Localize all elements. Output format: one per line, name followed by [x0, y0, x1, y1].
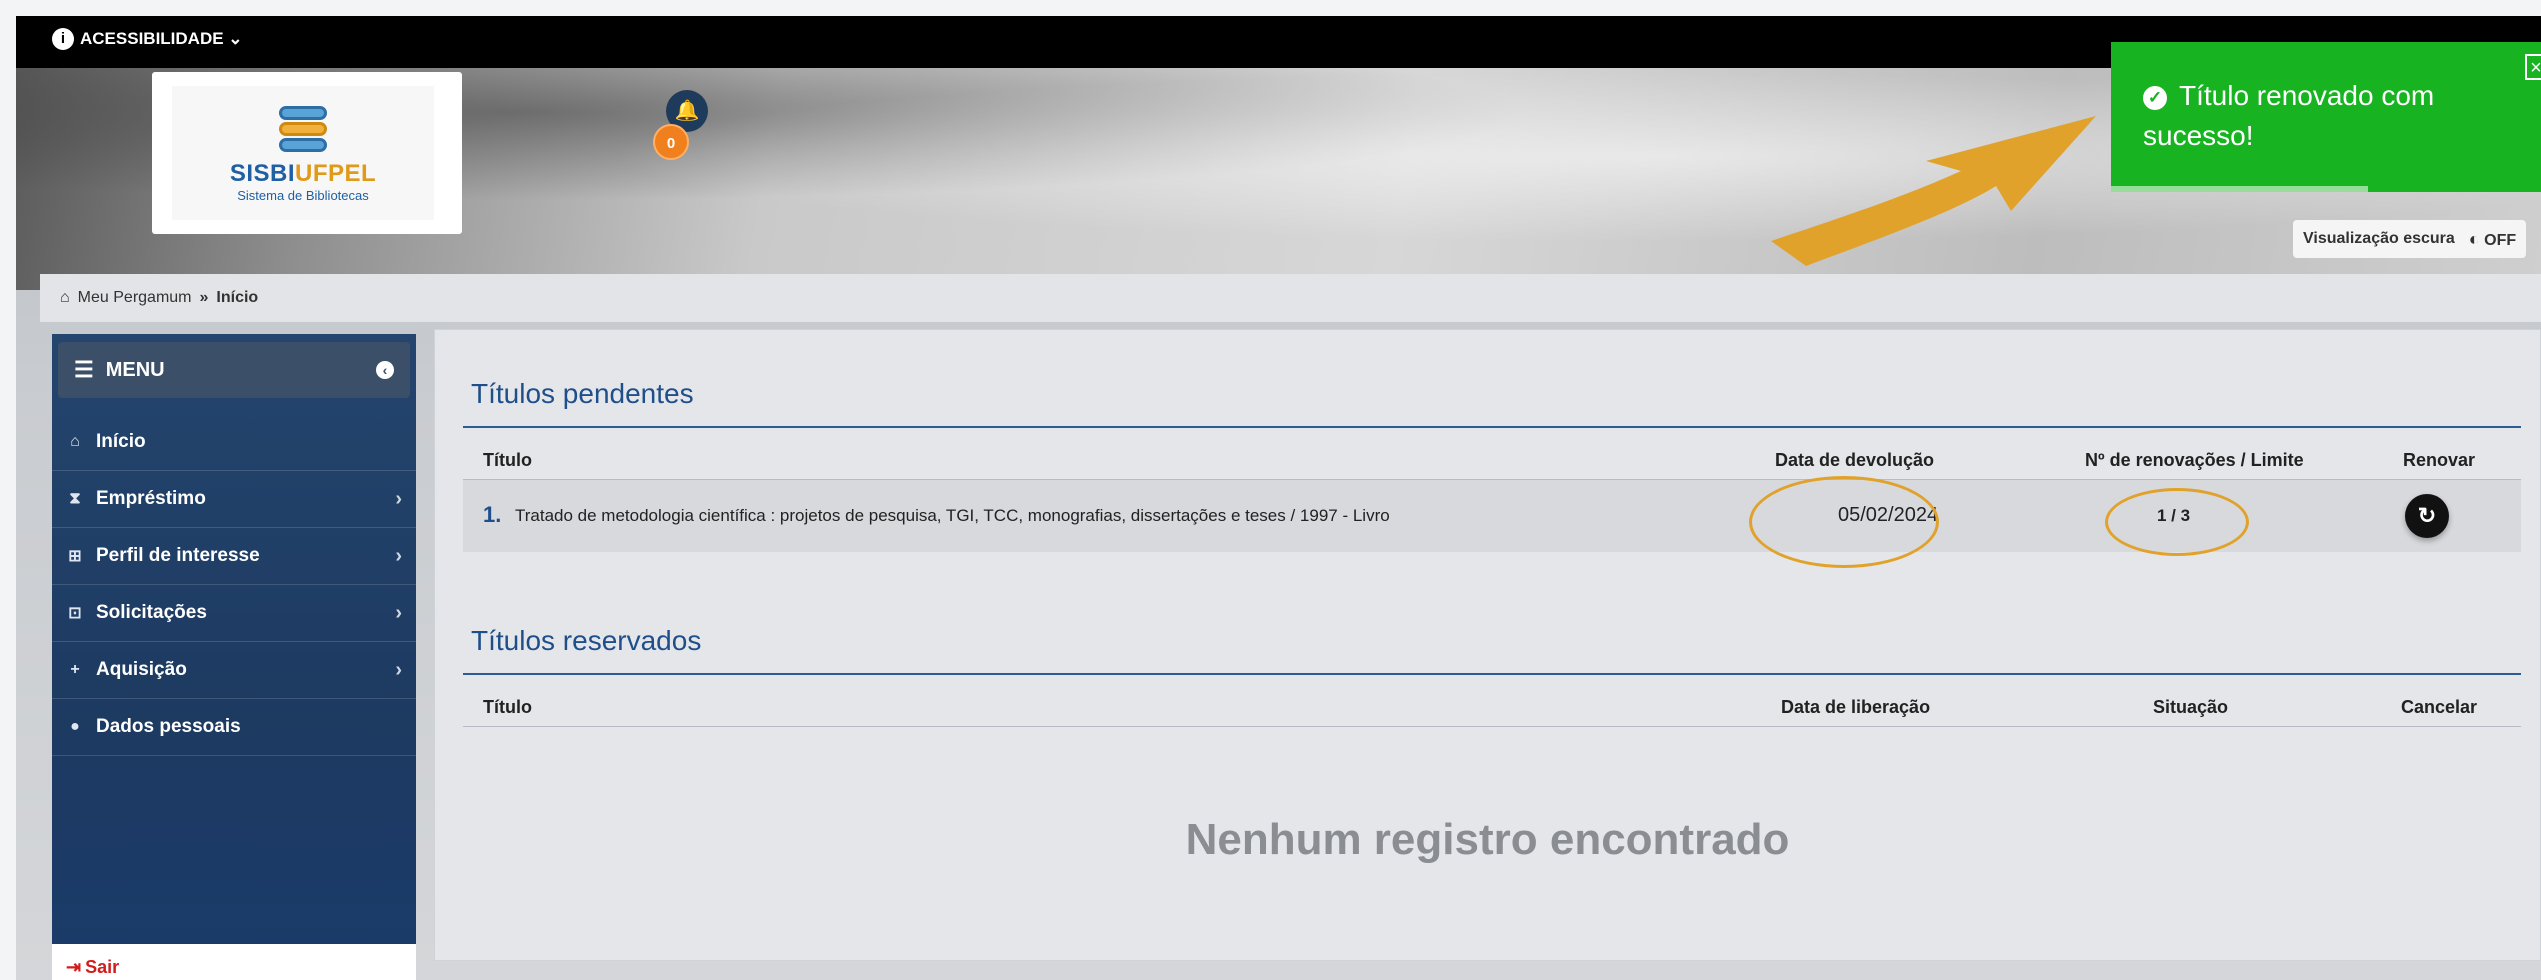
annotation-circle-date: [1749, 476, 1939, 568]
close-icon[interactable]: ×: [2525, 54, 2541, 80]
chevron-right-icon: ›: [395, 601, 402, 624]
row-number: 1.: [483, 502, 502, 527]
logo[interactable]: SISBIUFPEL Sistema de Bibliotecas: [152, 72, 462, 234]
accessibility-icon: i: [52, 28, 74, 50]
col-cancel: Cancelar: [2401, 697, 2478, 717]
divider: [463, 726, 2521, 727]
breadcrumb-separator: »: [199, 289, 209, 306]
user-icon: ●: [70, 718, 80, 735]
annotation-circle-renewals: [2105, 488, 2249, 556]
menu-item-aquisicao[interactable]: + Aquisição ›: [52, 642, 416, 699]
logo-image: SISBIUFPEL Sistema de Bibliotecas: [172, 86, 434, 220]
col-renewals: Nº de renovações / Limite: [2085, 450, 2304, 470]
notification-count-badge: 0: [653, 124, 689, 160]
logout-button[interactable]: ⇥ Sair: [52, 944, 416, 980]
hourglass-icon: ⧗: [69, 490, 81, 507]
dark-mode-label: Visualização escura: [2303, 230, 2455, 247]
divider: [463, 426, 2521, 428]
collapse-icon[interactable]: ‹: [376, 361, 394, 379]
menu-list: ⌂ Início ⧗ Empréstimo › ⊞ Perfil de inte…: [52, 414, 416, 756]
menu-item-perfil-interesse[interactable]: ⊞ Perfil de interesse ›: [52, 528, 416, 585]
col-title: Título: [483, 450, 532, 470]
pending-table-header: Título Data de devolução Nº de renovaçõe…: [463, 438, 2521, 478]
menu-title: MENU: [105, 358, 165, 381]
col-due-date: Data de devolução: [1775, 450, 1935, 470]
toast-message: ✓ Título renovado com sucesso!: [2143, 80, 2435, 151]
col-renew: Renovar: [2403, 450, 2476, 470]
chevron-right-icon: ›: [395, 658, 402, 681]
brand-subtitle: Sistema de Bibliotecas: [237, 188, 369, 203]
brand-name: SISBIUFPEL: [229, 160, 377, 187]
annotation-arrow: [1771, 116, 2096, 266]
toggle-state: ◐ OFF: [2468, 228, 2517, 249]
success-toast: ✓ Título renovado com sucesso! ×: [2111, 42, 2541, 192]
books-icon: [275, 106, 331, 156]
toast-progress-bar: [2111, 186, 2368, 192]
menu-item-solicitacoes[interactable]: ⊡ Solicitações ›: [52, 585, 416, 642]
menu-item-dados-pessoais[interactable]: ● Dados pessoais: [52, 699, 416, 756]
app-frame: i ACESSIBILIDADE ⌄ SISBIUFPEL Sistema de…: [16, 16, 2541, 980]
col-release-date: Data de liberação: [1781, 697, 1931, 717]
breadcrumb-current: Início: [216, 289, 259, 306]
renew-button[interactable]: ↻: [2405, 494, 2449, 538]
chevron-right-icon: ›: [395, 544, 402, 567]
row-title[interactable]: Tratado de metodologia científica : proj…: [515, 506, 1390, 526]
menu-item-emprestimo[interactable]: ⧗ Empréstimo ›: [52, 471, 416, 528]
toggle-icon: ◐: [2468, 228, 2480, 249]
breadcrumb: ⌂ Meu Pergamum » Início: [40, 274, 2541, 322]
hamburger-icon: ☰: [74, 357, 94, 382]
divider: [463, 673, 2521, 675]
dark-mode-toggle[interactable]: Visualização escura ◐ OFF: [2293, 220, 2527, 258]
sign-out-icon: ⇥: [66, 956, 82, 977]
reserved-table-header: Título Data de liberação Situação Cancel…: [463, 685, 2521, 725]
menu-header: ☰ MENU ‹: [58, 342, 410, 398]
sidebar: ☰ MENU ‹ ⌂ Início ⧗ Empréstimo › ⊞ Perfi…: [52, 334, 416, 980]
check-circle-icon: ✓: [2143, 86, 2167, 110]
menu-item-inicio[interactable]: ⌂ Início: [52, 414, 416, 471]
accessibility-label: ACESSIBILIDADE ⌄: [80, 29, 243, 48]
col-title: Título: [483, 697, 532, 717]
col-status: Situação: [2153, 697, 2229, 717]
sitemap-icon: ⊞: [68, 548, 82, 565]
chevron-right-icon: ›: [395, 487, 402, 510]
main-content: Títulos pendentes Título Data de devoluç…: [434, 329, 2541, 961]
breadcrumb-home[interactable]: Meu Pergamum: [78, 289, 192, 307]
plus-icon: +: [70, 661, 80, 678]
home-icon: ⌂: [70, 433, 80, 450]
pending-section-title: Títulos pendentes: [471, 378, 694, 409]
cart-icon: ⊡: [68, 605, 82, 622]
reserved-section-title: Títulos reservados: [471, 625, 702, 656]
empty-state-message: Nenhum registro encontrado: [1185, 815, 1790, 864]
accessibility-menu[interactable]: i ACESSIBILIDADE ⌄: [52, 28, 243, 50]
refresh-icon: ↻: [2417, 503, 2437, 528]
home-icon: ⌂: [60, 289, 70, 306]
